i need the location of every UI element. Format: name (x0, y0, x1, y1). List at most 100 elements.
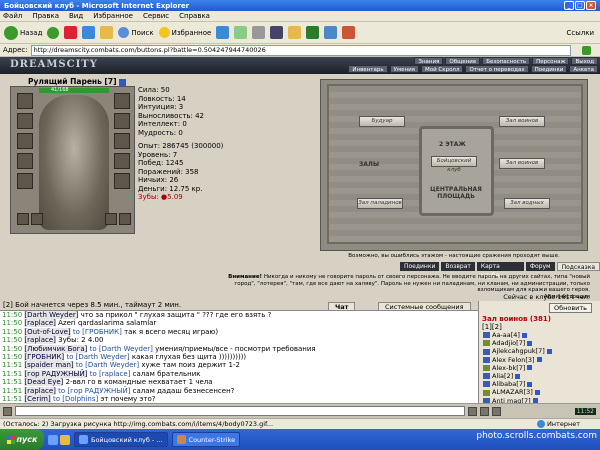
address-input[interactable]: http://dreamscity.combats.com/buttons.pl… (30, 44, 571, 56)
chat-recipient[interactable]: to [raplace] (90, 370, 131, 378)
potion-slot-4[interactable] (119, 213, 131, 225)
maximize-button[interactable]: □ (575, 1, 585, 10)
room-warriors-1[interactable]: Зал воинов (499, 116, 545, 127)
refresh-button[interactable]: Обновить (548, 303, 592, 313)
nav-skills[interactable]: Умения (389, 65, 419, 73)
chat-nick[interactable]: [Darth Weyder] (24, 311, 79, 319)
clear-icon[interactable] (480, 406, 489, 416)
chat-recipient[interactable]: to [Darth Weyder] (66, 353, 129, 361)
gloves-slot[interactable] (114, 113, 130, 129)
user-list-item[interactable]: Alibaba[7] (479, 380, 600, 388)
close-button[interactable]: × (586, 1, 596, 10)
mail-button[interactable] (234, 26, 248, 39)
menu-tools[interactable]: Сервис (143, 12, 169, 20)
room-pages[interactable]: [1][2] (479, 323, 600, 331)
back-button[interactable]: Назад (4, 25, 42, 40)
home-button[interactable] (100, 26, 114, 39)
chat-nick[interactable]: [raplace] (24, 336, 56, 345)
chat-nick[interactable]: [гор РАДУЖНЫЙ] (24, 369, 88, 378)
info-icon[interactable] (521, 332, 527, 338)
info-icon[interactable] (527, 365, 533, 371)
menu-file[interactable]: Файл (3, 12, 22, 20)
user-list-item[interactable]: Alex Felon[3] (479, 356, 600, 364)
square-label[interactable]: ЦЕНТРАЛЬНАЯ ПЛОЩАДЬ (421, 186, 491, 200)
task-counter-strike[interactable]: Counter-Strike (171, 432, 241, 447)
nav-profile[interactable]: Анкета (569, 65, 598, 73)
edit-button[interactable] (270, 26, 284, 39)
nav-transfers[interactable]: Отчет о переводах (465, 65, 529, 73)
boots-slot[interactable] (114, 173, 130, 189)
search-button[interactable]: Поиск (118, 27, 154, 38)
user-list-item[interactable]: Adadjio[7] (479, 339, 600, 347)
forum-button[interactable]: Форум (525, 262, 555, 271)
tab-chat[interactable]: Чат (328, 302, 356, 311)
potion-slot-1[interactable] (17, 213, 29, 225)
user-list-item[interactable]: Alia[2] (479, 372, 600, 380)
earring-slot[interactable] (114, 93, 130, 109)
chat-recipient[interactable]: to [гор РАДУЖНЫЙ] (58, 387, 130, 395)
nav-chat[interactable]: Общение (445, 57, 481, 65)
info-icon[interactable] (546, 349, 552, 354)
helmet-slot[interactable] (17, 93, 33, 109)
start-button[interactable]: пуск (0, 429, 44, 450)
info-icon[interactable] (527, 340, 533, 346)
info-icon[interactable] (119, 78, 127, 86)
nav-exit[interactable]: Выход (571, 57, 598, 65)
room-warriors-2[interactable]: Зал воинов (499, 158, 545, 169)
return-button[interactable]: Возврат (441, 262, 475, 271)
user-list-item[interactable]: Ajlekcahgpuk[7] (479, 347, 600, 355)
info-icon[interactable] (534, 390, 540, 396)
amulet-slot[interactable] (17, 113, 33, 129)
chat-nick[interactable]: [ГРОБНИК] (24, 353, 65, 362)
nav-security[interactable]: Безопасность (482, 57, 531, 65)
belt-slot[interactable] (17, 173, 33, 189)
nav-character[interactable]: Персонаж (532, 57, 570, 65)
forward-button[interactable] (47, 26, 60, 39)
chat-nick[interactable]: [Cerim] (24, 395, 51, 403)
user-name[interactable]: Ajlekcahgpuk[7] (492, 347, 545, 355)
filter-icon[interactable] (492, 406, 501, 416)
user-list-item[interactable]: Aa-aa[4] (479, 331, 600, 339)
chat-nick[interactable]: [Out-of-Love] (24, 327, 71, 336)
shield-slot[interactable] (114, 133, 130, 149)
club-map-button[interactable]: Карта клуба (476, 262, 524, 279)
menu-favorites[interactable]: Избранное (93, 12, 133, 20)
shield-icon[interactable] (306, 26, 320, 39)
menu-view[interactable]: Вид (69, 12, 83, 20)
user-name[interactable]: Aa-aa[4] (492, 331, 520, 339)
messenger-icon[interactable] (324, 26, 338, 39)
refresh-button[interactable] (82, 26, 96, 39)
menu-help[interactable]: Справка (179, 12, 210, 20)
chat-nick[interactable]: [raplace] (24, 319, 56, 328)
print-button[interactable] (252, 26, 266, 39)
hint-button[interactable]: Подсказка (556, 262, 600, 271)
chat-input[interactable] (15, 406, 465, 416)
chat-recipient[interactable]: to [Dolphins] (53, 395, 98, 403)
info-icon[interactable] (527, 381, 533, 387)
chat-recipient[interactable]: to [Darth Weyder] (90, 345, 153, 353)
user-list-item[interactable]: ALMAZAR[3] (479, 388, 600, 396)
nav-inventory[interactable]: Инвентарь (348, 65, 388, 73)
history-button[interactable] (216, 26, 230, 39)
user-name[interactable]: Adadjio[7] (492, 339, 525, 347)
user-name[interactable]: Alibaba[7] (492, 380, 525, 388)
chat-nick[interactable]: [spaider man] (24, 361, 74, 370)
nav-scroll[interactable]: Мой Скролл (420, 65, 464, 73)
user-name[interactable]: Alia[2] (492, 372, 513, 380)
room-water[interactable]: Зал водных (504, 198, 550, 209)
tab-system[interactable]: Системные сообщения (378, 302, 471, 311)
user-name[interactable]: ALMAZAR[3] (492, 388, 533, 396)
potion-slot-2[interactable] (31, 213, 43, 225)
quicklaunch-icon[interactable] (48, 434, 58, 445)
nav-duels[interactable]: Поединки (530, 65, 568, 73)
room-boudoir[interactable]: Будуар (359, 116, 405, 127)
favorites-button[interactable]: Избранное (158, 27, 211, 38)
folder-button[interactable] (288, 26, 302, 39)
armor-slot[interactable] (17, 153, 33, 169)
duels-button[interactable]: Поединки (400, 262, 440, 271)
chat-recipient[interactable]: to [Darth Weyder] (76, 361, 139, 369)
nav-knowledge[interactable]: Знания (414, 57, 444, 65)
user-name[interactable]: Alex-bk[7] (492, 364, 525, 372)
quicklaunch-icon[interactable] (60, 434, 70, 445)
menu-edit[interactable]: Правка (32, 12, 59, 20)
